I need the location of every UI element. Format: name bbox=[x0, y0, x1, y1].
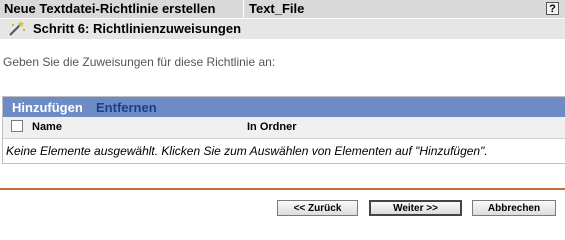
wizard-wand-icon bbox=[8, 21, 26, 37]
dialog-title: Neue Textdatei-Richtlinie erstellen bbox=[4, 1, 216, 16]
assignments-list: Hinzufügen Entfernen Name In Ordner Kein… bbox=[2, 96, 565, 164]
help-button[interactable]: ? bbox=[546, 2, 559, 15]
next-button[interactable]: Weiter >> bbox=[369, 200, 462, 216]
policy-type-label: Text_File bbox=[249, 1, 305, 16]
select-all-checkbox[interactable] bbox=[11, 120, 23, 132]
title-separator bbox=[243, 0, 244, 18]
column-header-folder[interactable]: In Ordner bbox=[247, 121, 297, 133]
column-header-name[interactable]: Name bbox=[32, 121, 62, 133]
list-toolbar: Hinzufügen Entfernen bbox=[3, 97, 565, 117]
step-bar: Schritt 6: Richtlinienzuweisungen bbox=[0, 19, 565, 39]
footer-divider bbox=[0, 188, 565, 190]
step-title: Schritt 6: Richtlinienzuweisungen bbox=[33, 21, 242, 36]
list-header: Name In Ordner bbox=[3, 117, 565, 139]
empty-list-message: Keine Elemente ausgewählt. Klicken Sie z… bbox=[6, 144, 488, 158]
title-bar: Neue Textdatei-Richtlinie erstellen Text… bbox=[0, 0, 565, 19]
remove-button[interactable]: Entfernen bbox=[96, 100, 157, 115]
cancel-button[interactable]: Abbrechen bbox=[472, 200, 556, 216]
back-button[interactable]: << Zurück bbox=[277, 200, 358, 216]
intro-text: Geben Sie die Zuweisungen für diese Rich… bbox=[3, 55, 276, 69]
add-button[interactable]: Hinzufügen bbox=[12, 100, 83, 115]
